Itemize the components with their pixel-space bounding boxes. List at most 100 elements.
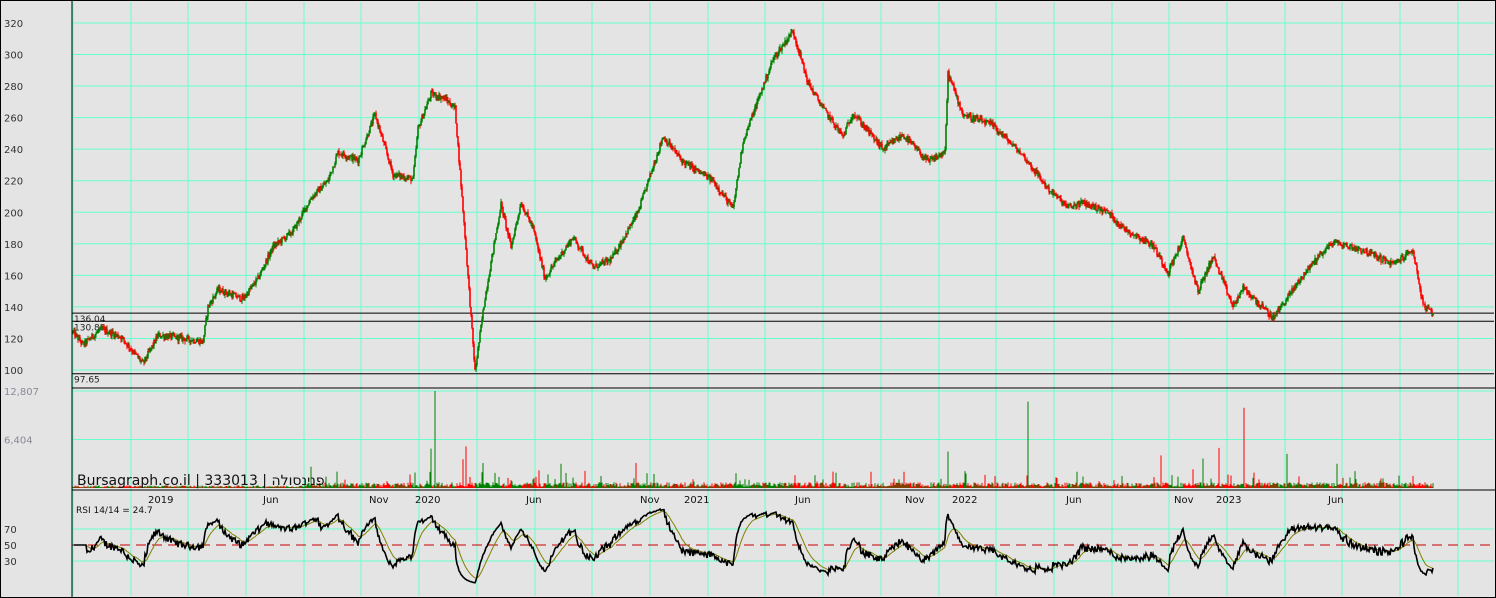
candle-body [461,186,463,197]
y-tick-label: 120 [4,334,23,345]
y-tick-label: 240 [4,145,23,156]
candle-body [733,202,735,208]
candle-body [959,102,961,109]
candle-body [188,336,190,341]
level-label: 97.65 [74,376,100,386]
candle-body [467,265,469,276]
x-date-label: Nov [1174,495,1194,506]
y-tick-label: 280 [4,82,23,93]
candle-body [466,249,468,266]
candle-body [803,62,805,71]
candle-body [1076,204,1078,208]
candle-body [738,168,740,177]
candle-body [800,52,802,59]
x-date-label: Nov [640,495,660,506]
candle-body [1346,242,1348,247]
y-tick-label: 260 [4,114,23,125]
candle-body [1432,312,1434,316]
candle-body [135,352,137,354]
x-date-label: Jun [1327,495,1344,506]
candle-body [1216,263,1218,267]
chart-root: 136.04 130.88 97.65 320 300 280 260 240 220 200 1… [0,0,1496,598]
y-tick-label: 140 [4,303,23,314]
candle-body [463,211,465,223]
candle-body [1400,256,1402,262]
candle-body [469,288,471,307]
candle-body [945,125,947,150]
y-tick-label: 300 [4,51,23,62]
candle-body [1068,205,1070,207]
candle-body [309,199,311,204]
candle-body [468,275,470,289]
candle-body [817,95,819,100]
candle-body [640,200,642,209]
candle-body [487,281,489,289]
candle-body [484,300,486,307]
candle-body [749,120,751,126]
x-date-label: Jun [1065,495,1082,506]
candle-body [642,194,644,199]
candle-body [204,325,206,336]
candle-body [1095,205,1097,211]
candle-body [95,333,97,335]
candle-body [387,154,389,159]
candle-body [239,295,241,301]
candle-body [881,143,883,150]
y-tick-label: 320 [4,19,23,30]
candle-body [471,314,473,328]
candle-body [1189,259,1191,263]
candle-body [488,277,490,282]
candle-body [489,271,491,278]
candle-body [1416,264,1418,271]
y-tick-label: 100 [4,366,23,377]
x-date-label: Jun [262,495,279,506]
candle-body [661,139,663,144]
rsi-tick-label: 50 [4,541,17,552]
y-tick-label: 160 [4,271,23,282]
x-date-label: Nov [369,495,389,506]
candle-body [1192,270,1194,276]
candle-body [415,148,417,157]
candle-body [672,146,674,149]
candle-body [793,31,795,37]
x-date-label: Jun [794,495,811,506]
candle-body [575,237,577,241]
candle-body [736,180,738,189]
candle-body [519,207,521,214]
rsi-tick-label: 30 [4,557,17,568]
candle-body [382,135,384,142]
candle-body [1161,258,1163,265]
candle-body [1413,250,1415,257]
candle-body [426,104,428,109]
candle-body [841,132,843,136]
candle-body [1210,263,1212,266]
candle-body [742,143,744,151]
candle-body [501,202,503,207]
chart-background [0,0,1496,598]
candle-body [325,182,327,184]
candle-body [1428,307,1430,309]
candle-body [368,133,370,136]
candle-body [322,185,324,188]
candle-body [335,156,337,164]
candle-body [832,118,834,123]
x-date-label: 2023 [1216,495,1241,506]
candle-body [470,306,472,315]
volume-tick-label: 12,807 [4,387,39,398]
candle-body [455,105,457,124]
candle-body [1380,255,1382,262]
candle-body [951,80,953,84]
candle-body [767,74,769,79]
candle-body [1414,256,1416,264]
y-tick-label: 180 [4,240,23,251]
candle-body [505,219,507,228]
candle-body [411,178,413,182]
x-date-label: Nov [905,495,925,506]
candle-body [456,123,458,137]
candle-body [533,225,535,231]
candle-body [123,337,125,341]
candle-body [1418,278,1420,284]
volume-tick-label: 6,404 [4,435,33,446]
candle-body [900,137,902,139]
rsi-tick-label: 70 [4,525,17,536]
